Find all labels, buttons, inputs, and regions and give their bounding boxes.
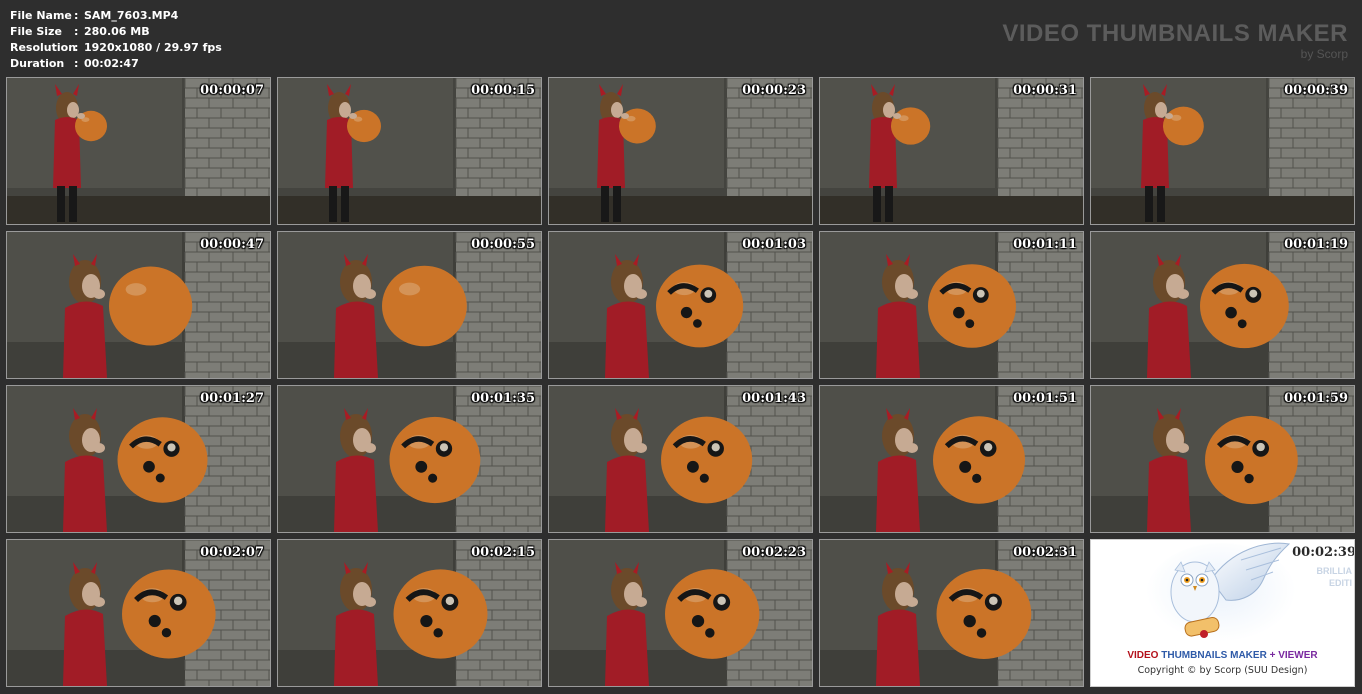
video-thumbnail[interactable]: 00:01:51 bbox=[819, 385, 1084, 533]
thumbnail-frame bbox=[278, 386, 541, 532]
video-thumbnail[interactable]: 00:00:15 bbox=[277, 77, 542, 225]
thumbnail-frame bbox=[820, 232, 1083, 378]
thumbnail-timestamp: 00:00:47 bbox=[200, 237, 264, 252]
brand-title: VIDEO THUMBNAILS MAKER bbox=[1002, 20, 1348, 47]
resolution-sep: : bbox=[74, 41, 79, 54]
thumbnail-timestamp: 00:00:15 bbox=[471, 83, 535, 98]
file-name-value: SAM_7603.MP4 bbox=[84, 9, 179, 22]
thumbnail-frame bbox=[820, 540, 1083, 686]
thumbnail-grid: 00:00:07 00:00:15 00:00:23 00:00:31 00:00:39… bbox=[6, 77, 1355, 687]
file-name-sep: : bbox=[74, 9, 79, 22]
thumbnail-frame bbox=[278, 78, 541, 224]
logo-side-line-1: BRILLIA bbox=[1316, 566, 1353, 576]
logo-tile[interactable]: 00:02:39 BRILLIA EDITI VIDEO THUMBNAILS … bbox=[1090, 539, 1355, 687]
video-thumbnail[interactable]: 00:00:31 bbox=[819, 77, 1084, 225]
video-thumbnail[interactable]: 00:02:07 bbox=[6, 539, 271, 687]
video-thumbnail[interactable]: 00:02:15 bbox=[277, 539, 542, 687]
video-thumbnail[interactable]: 00:02:31 bbox=[819, 539, 1084, 687]
thumbnail-timestamp: 00:01:03 bbox=[742, 237, 806, 252]
file-name-label: File Name bbox=[10, 9, 72, 22]
thumbnail-frame bbox=[820, 78, 1083, 224]
video-thumbnail[interactable]: 00:00:47 bbox=[6, 231, 271, 379]
thumbnail-timestamp: 00:00:07 bbox=[200, 83, 264, 98]
video-thumbnail[interactable]: 00:01:27 bbox=[6, 385, 271, 533]
logo-product-name: VIDEO THUMBNAILS MAKER + VIEWER bbox=[1091, 650, 1354, 661]
duration-value: 00:02:47 bbox=[84, 57, 139, 70]
video-thumbnail[interactable]: 00:01:11 bbox=[819, 231, 1084, 379]
thumbnail-frame bbox=[549, 540, 812, 686]
thumbnail-timestamp: 00:02:23 bbox=[742, 545, 806, 560]
resolution-row: Resolution : 1920x1080 / 29.97 fps bbox=[10, 40, 222, 56]
thumbnail-timestamp: 00:01:11 bbox=[1013, 237, 1077, 252]
thumbnail-timestamp: 00:00:39 bbox=[1284, 83, 1348, 98]
thumbnail-frame bbox=[549, 386, 812, 532]
thumbnail-frame bbox=[7, 540, 270, 686]
file-name-row: File Name : SAM_7603.MP4 bbox=[10, 8, 222, 24]
thumbnail-timestamp: 00:01:27 bbox=[200, 391, 264, 406]
thumbnail-timestamp: 00:01:59 bbox=[1284, 391, 1348, 406]
thumbnail-frame bbox=[7, 78, 270, 224]
thumbnail-timestamp: 00:01:35 bbox=[471, 391, 535, 406]
video-thumbnail[interactable]: 00:01:19 bbox=[1090, 231, 1355, 379]
thumbnail-timestamp: 00:00:31 bbox=[1013, 83, 1077, 98]
file-size-sep: : bbox=[74, 25, 79, 38]
thumbnail-frame bbox=[278, 232, 541, 378]
video-thumbnail[interactable]: 00:00:07 bbox=[6, 77, 271, 225]
video-thumbnail[interactable]: 00:01:43 bbox=[548, 385, 813, 533]
thumbnail-timestamp: 00:02:31 bbox=[1013, 545, 1077, 560]
thumbnail-frame bbox=[278, 540, 541, 686]
thumbnail-frame bbox=[1091, 232, 1354, 378]
logo-product-name-a: VIDEO bbox=[1127, 650, 1162, 661]
thumbnail-frame bbox=[820, 386, 1083, 532]
file-size-row: File Size : 280.06 MB bbox=[10, 24, 222, 40]
logo-side-line-2: EDITI bbox=[1328, 578, 1352, 588]
thumbnail-frame bbox=[1091, 78, 1354, 224]
brand-subtitle: by Scorp bbox=[1300, 47, 1348, 61]
thumbnail-frame bbox=[1091, 386, 1354, 532]
thumbnail-frame bbox=[549, 232, 812, 378]
video-thumbnail[interactable]: 00:01:59 bbox=[1090, 385, 1355, 533]
resolution-value: 1920x1080 / 29.97 fps bbox=[84, 41, 222, 54]
duration-sep: : bbox=[74, 57, 79, 70]
thumbnail-timestamp: 00:01:43 bbox=[742, 391, 806, 406]
thumbnail-frame bbox=[7, 232, 270, 378]
thumbnail-timestamp: 00:00:23 bbox=[742, 83, 806, 98]
logo-product-name-c: + VIEWER bbox=[1266, 650, 1318, 661]
thumbnail-timestamp: 00:01:51 bbox=[1013, 391, 1077, 406]
brand-watermark: VIDEO THUMBNAILS MAKER by Scorp bbox=[1002, 20, 1348, 60]
video-thumbnail[interactable]: 00:01:35 bbox=[277, 385, 542, 533]
thumbnail-frame bbox=[549, 78, 812, 224]
thumbnail-frame bbox=[7, 386, 270, 532]
video-thumbnail[interactable]: 00:02:23 bbox=[548, 539, 813, 687]
file-size-value: 280.06 MB bbox=[84, 25, 150, 38]
logo-tile-timestamp: 00:02:39 bbox=[1292, 545, 1355, 560]
video-thumbnail[interactable]: 00:00:23 bbox=[548, 77, 813, 225]
logo-product-name-b: THUMBNAILS MAKER bbox=[1161, 650, 1267, 661]
resolution-label: Resolution bbox=[10, 41, 77, 54]
logo-side-text: BRILLIA EDITI bbox=[1317, 565, 1353, 589]
video-thumbnail[interactable]: 00:01:03 bbox=[548, 231, 813, 379]
file-size-label: File Size bbox=[10, 25, 62, 38]
duration-label: Duration bbox=[10, 57, 65, 70]
video-thumbnail[interactable]: 00:00:55 bbox=[277, 231, 542, 379]
video-thumbnail[interactable]: 00:00:39 bbox=[1090, 77, 1355, 225]
thumbnail-timestamp: 00:00:55 bbox=[471, 237, 535, 252]
duration-row: Duration : 00:02:47 bbox=[10, 56, 222, 72]
thumbnail-timestamp: 00:01:19 bbox=[1284, 237, 1348, 252]
logo-copyright: Copyright © by Scorp (SUU Design) bbox=[1137, 665, 1308, 676]
file-info-panel: File Name : SAM_7603.MP4 File Size : 280… bbox=[10, 8, 222, 72]
thumbnail-timestamp: 00:02:15 bbox=[471, 545, 535, 560]
thumbnail-timestamp: 00:02:07 bbox=[200, 545, 264, 560]
